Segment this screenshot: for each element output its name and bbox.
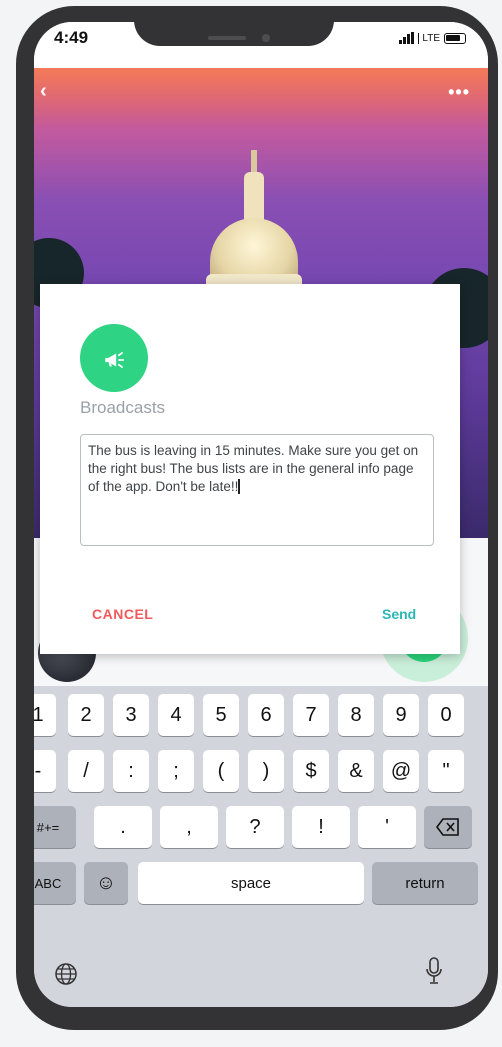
key-close-paren[interactable]: )	[248, 750, 284, 792]
key-open-paren[interactable]: (	[203, 750, 239, 792]
message-text: The bus is leaving in 15 minutes. Make s…	[88, 443, 419, 494]
more-options-icon[interactable]: •••	[448, 82, 470, 103]
key-period[interactable]: .	[94, 806, 152, 848]
microphone-icon[interactable]	[424, 956, 444, 986]
space-key[interactable]: space	[138, 862, 364, 904]
key-apostrophe[interactable]: '	[358, 806, 416, 848]
key-2[interactable]: 2	[68, 694, 104, 736]
key-3[interactable]: 3	[113, 694, 149, 736]
sunset-glow	[34, 68, 488, 128]
send-button[interactable]: Send	[382, 606, 416, 622]
key-hyphen[interactable]: -	[34, 750, 56, 792]
signal-icon	[399, 32, 415, 44]
key-symbols-toggle[interactable]: #+=	[34, 806, 76, 848]
key-4[interactable]: 4	[158, 694, 194, 736]
back-icon[interactable]: ‹	[40, 80, 47, 103]
key-slash[interactable]: /	[68, 750, 104, 792]
key-dollar[interactable]: $	[293, 750, 329, 792]
status-time: 4:49	[54, 28, 89, 47]
phone-notch	[134, 6, 334, 46]
backspace-key[interactable]	[424, 806, 472, 848]
network-label: LTE	[418, 32, 440, 44]
battery-icon	[444, 32, 466, 44]
key-at[interactable]: @	[383, 750, 419, 792]
megaphone-icon	[105, 351, 124, 368]
key-exclamation[interactable]: !	[292, 806, 350, 848]
key-ampersand[interactable]: &	[338, 750, 374, 792]
key-0[interactable]: 0	[428, 694, 464, 736]
cancel-button[interactable]: CANCEL	[92, 606, 153, 622]
key-7[interactable]: 7	[293, 694, 329, 736]
key-semicolon[interactable]: ;	[158, 750, 194, 792]
message-textarea[interactable]: The bus is leaving in 15 minutes. Make s…	[80, 434, 434, 546]
dialog-title: Broadcasts	[80, 398, 166, 417]
front-camera	[262, 34, 270, 42]
broadcast-dialog: Broadcasts The bus is leaving in 15 minu…	[40, 284, 460, 654]
key-quote[interactable]: "	[428, 750, 464, 792]
phone-screen: 4:49 LTE ‹ ••• Lewis Hamilton	[34, 22, 488, 1007]
key-6[interactable]: 6	[248, 694, 284, 736]
globe-icon[interactable]	[54, 962, 78, 986]
emoji-icon: ☺	[95, 871, 117, 894]
key-1[interactable]: 1	[34, 694, 56, 736]
app-mockup-stage: 4:49 LTE ‹ ••• Lewis Hamilton	[0, 0, 502, 1047]
key-8[interactable]: 8	[338, 694, 374, 736]
key-9[interactable]: 9	[383, 694, 419, 736]
key-5[interactable]: 5	[203, 694, 239, 736]
key-comma[interactable]: ,	[160, 806, 218, 848]
emoji-key[interactable]: ☺	[84, 862, 128, 904]
key-question[interactable]: ?	[226, 806, 284, 848]
keyboard: 1 2 3 4 5 6 7 8 9 0 - / : ; ( ) $ & @ " …	[34, 686, 488, 1007]
broadcast-badge	[80, 324, 148, 392]
key-colon[interactable]: :	[113, 750, 149, 792]
key-abc[interactable]: ABC	[34, 862, 76, 904]
return-key[interactable]: return	[372, 862, 478, 904]
text-cursor	[238, 479, 241, 494]
speaker-grille	[208, 36, 246, 40]
capitol-lantern	[244, 172, 264, 222]
backspace-icon	[436, 818, 459, 836]
status-indicators: LTE	[399, 32, 466, 44]
